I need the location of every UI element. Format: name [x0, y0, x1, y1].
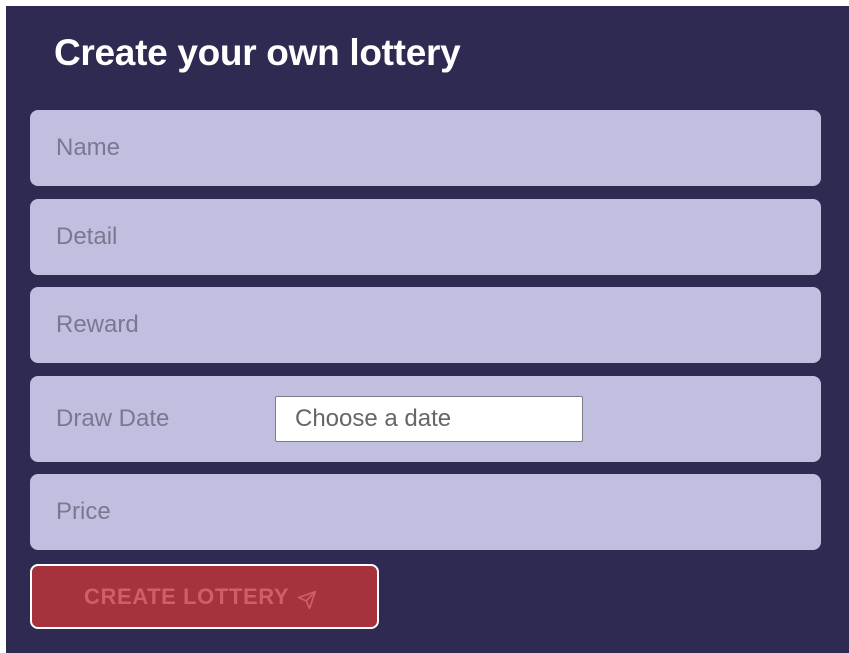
reward-input[interactable]: [30, 287, 821, 363]
draw-date-picker[interactable]: [275, 396, 583, 442]
create-lottery-button[interactable]: CREATE LOTTERY: [30, 564, 379, 629]
price-input[interactable]: [30, 474, 821, 550]
create-lottery-button-label: CREATE LOTTERY: [84, 583, 290, 609]
detail-input[interactable]: [30, 199, 821, 275]
create-lottery-panel: Create your own lottery Draw Date CREATE…: [6, 6, 849, 653]
send-icon: [297, 590, 317, 610]
draw-date-label: Draw Date: [56, 405, 170, 432]
page-title: Create your own lottery: [54, 32, 461, 73]
draw-date-row: Draw Date: [30, 376, 821, 462]
name-input[interactable]: [30, 110, 821, 186]
